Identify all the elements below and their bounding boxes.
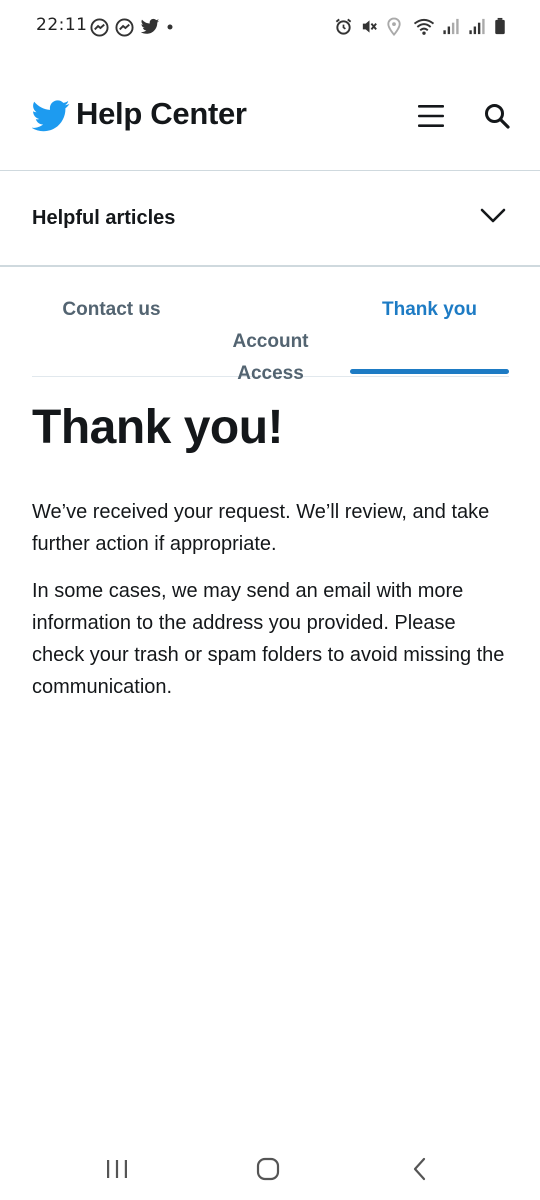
alarm-icon (334, 17, 354, 37)
thank-you-heading: Thank you! (32, 401, 284, 454)
notification-icons (90, 18, 175, 38)
confirmation-paragraph: We’ve received your request. We’ll revie… (32, 501, 490, 555)
email-info-paragraph: In some cases, we may send an email with… (32, 580, 505, 698)
messenger-icon (115, 18, 135, 38)
twitter-bird-icon[interactable] (31, 100, 70, 132)
signal-icon (468, 17, 488, 37)
system-icons (334, 17, 506, 37)
header: Help Center (0, 56, 540, 171)
recent-apps-icon[interactable] (102, 1154, 132, 1184)
location-icon (386, 17, 406, 37)
battery-icon (494, 17, 506, 37)
signal-icon (442, 17, 462, 37)
status-bar: 22:11 (0, 0, 540, 56)
helpful-articles-label: Helpful articles (32, 207, 176, 229)
tab-thank-you[interactable]: Thank you (350, 294, 509, 326)
tab-label: Account Access (232, 331, 309, 384)
status-time: 22:11 (36, 15, 88, 35)
home-icon[interactable] (253, 1154, 283, 1184)
tab-label: Thank you (381, 299, 477, 320)
hamburger-menu-icon[interactable] (416, 102, 446, 130)
system-nav-bar (0, 1140, 540, 1200)
dot-icon (165, 18, 175, 38)
chevron-down-icon (480, 207, 506, 225)
tab-contact-us[interactable]: Contact us (32, 294, 191, 326)
helpful-articles-dropdown[interactable]: Helpful articles (0, 171, 540, 267)
back-icon[interactable] (405, 1154, 435, 1184)
tab-label: Contact us (62, 299, 161, 320)
page-title[interactable]: Help Center (76, 96, 247, 132)
wifi-icon (412, 17, 436, 37)
active-tab-indicator (350, 369, 509, 374)
twitter-icon (140, 18, 160, 38)
step-tabs: Contact us Account Access Thank you (32, 268, 509, 384)
mute-icon (360, 17, 380, 37)
messenger-icon (90, 18, 110, 38)
search-icon[interactable] (483, 102, 511, 130)
tab-account-access[interactable]: Account Access (191, 294, 350, 390)
